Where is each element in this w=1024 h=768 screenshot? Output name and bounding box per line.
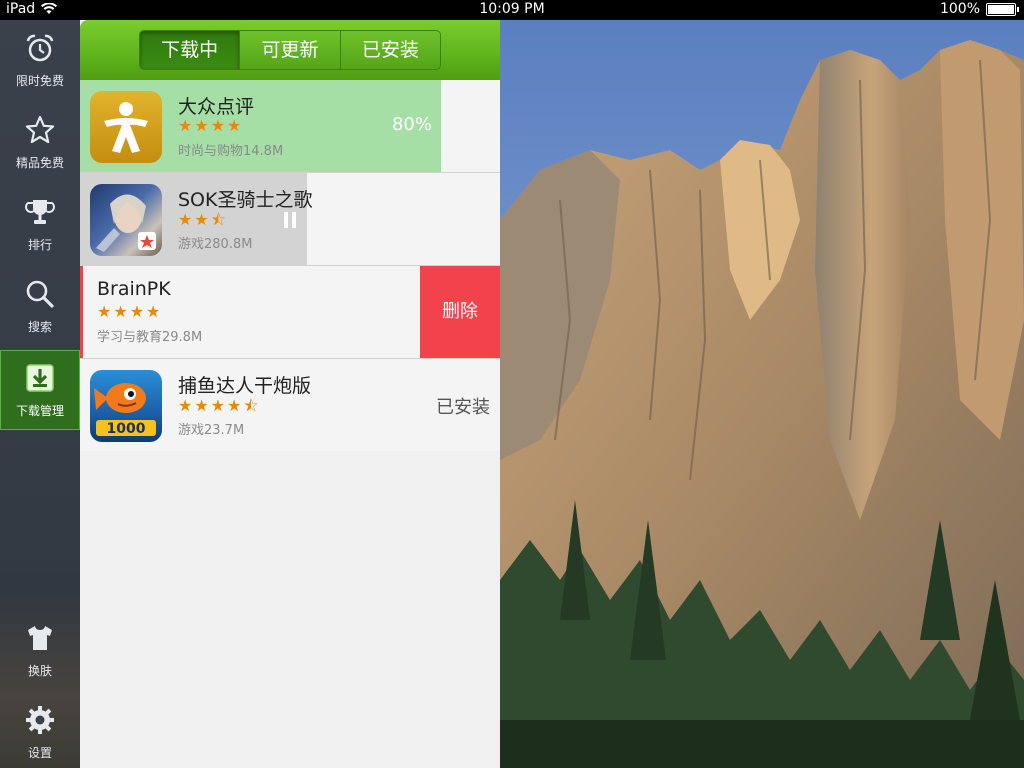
dianping-logo-icon bbox=[104, 102, 148, 153]
sidebar-item-label: 搜索 bbox=[27, 320, 52, 334]
clock: 10:09 PM bbox=[479, 1, 545, 17]
fishing-game-art-icon: 1000 bbox=[94, 383, 156, 437]
pause-icon[interactable] bbox=[284, 212, 296, 228]
sidebar-item-limited-free[interactable]: 限时免费 bbox=[0, 20, 80, 100]
tab-downloading[interactable]: 下载中 bbox=[140, 31, 240, 69]
sidebar-item-label: 限时免费 bbox=[15, 74, 64, 88]
battery-icon bbox=[986, 2, 1019, 16]
sidebar-item-label: 排行 bbox=[27, 238, 52, 252]
app-meta: 学习与教育29.8M bbox=[97, 330, 203, 345]
alarm-clock-icon bbox=[26, 34, 54, 62]
app-name: 捕鱼达人干炮版 bbox=[178, 375, 312, 397]
app-icon-sok bbox=[90, 184, 162, 256]
gear-icon bbox=[26, 706, 54, 734]
tshirt-icon bbox=[28, 626, 52, 650]
app-meta: 游戏280.8M bbox=[178, 237, 253, 252]
swipe-edge-indicator bbox=[80, 266, 83, 358]
status-right: 100% bbox=[939, 1, 1019, 17]
sidebar-item-label: 精品免费 bbox=[15, 156, 64, 170]
app-name: SOK圣骑士之歌 bbox=[178, 189, 313, 211]
svg-text:1000: 1000 bbox=[107, 421, 146, 437]
app-name: BrainPK bbox=[97, 278, 171, 300]
sidebar-item-download-manager[interactable]: 下载管理 bbox=[0, 350, 80, 430]
sidebar-item-label: 换肤 bbox=[27, 664, 52, 678]
rating-stars: ★★★★ bbox=[178, 116, 244, 135]
empty-list-area bbox=[80, 451, 500, 768]
app-meta: 游戏23.7M bbox=[178, 423, 245, 438]
rating-stars: ★★★★⯪ bbox=[178, 396, 261, 415]
status-bar: iPad 10:09 PM 100% bbox=[0, 0, 1024, 20]
app-icon-dianping bbox=[90, 91, 162, 163]
sok-game-art-icon bbox=[96, 194, 156, 252]
download-row-sok[interactable]: SOK圣骑士之歌 ★★⯪ 游戏280.8M bbox=[80, 173, 500, 266]
sidebar-item-label: 设置 bbox=[27, 746, 52, 760]
segmented-control: 下载中 可更新 已安装 bbox=[139, 30, 441, 70]
download-icon bbox=[26, 364, 54, 392]
rock-cliff-illustration bbox=[500, 20, 1024, 768]
delete-button[interactable]: 删除 bbox=[420, 266, 500, 358]
download-row-dianping[interactable]: 大众点评 ★★★★ 时尚与购物14.8M 80% bbox=[80, 80, 500, 173]
battery-percent: 100% bbox=[939, 1, 980, 17]
sidebar-item-settings[interactable]: 设置 bbox=[0, 692, 80, 768]
background-landscape-image bbox=[500, 20, 1024, 768]
top-bar: 下载中 可更新 已安装 bbox=[80, 20, 500, 80]
sidebar: 限时免费 精品免费 排行 搜索 下载管理 换肤 设置 bbox=[0, 20, 80, 768]
tab-installed[interactable]: 已安装 bbox=[339, 31, 440, 69]
download-row-fishing[interactable]: 1000 捕鱼达人干炮版 ★★★★⯪ 游戏23.7M 已安装 bbox=[80, 359, 500, 452]
download-percent: 80% bbox=[391, 114, 432, 135]
sidebar-item-search[interactable]: 搜索 bbox=[0, 266, 80, 346]
rating-stars: ★★★★ bbox=[97, 302, 163, 321]
trophy-icon bbox=[25, 200, 55, 224]
app-icon-fishing: 1000 bbox=[90, 370, 162, 442]
sidebar-item-skin[interactable]: 换肤 bbox=[0, 610, 80, 690]
download-manager-panel: 下载中 可更新 已安装 大众点评 ★★★★ 时尚与购物14.8M 80% SOK… bbox=[80, 20, 500, 768]
sidebar-item-featured-free[interactable]: 精品免费 bbox=[0, 102, 80, 182]
tab-updatable[interactable]: 可更新 bbox=[239, 31, 339, 69]
download-row-brainpk[interactable]: BrainPK ★★★★ 学习与教育29.8M 删除 bbox=[80, 266, 500, 359]
installed-status: 已安装 bbox=[436, 397, 490, 418]
sidebar-item-label: 下载管理 bbox=[15, 404, 64, 418]
search-icon bbox=[26, 280, 54, 308]
sidebar-item-ranking[interactable]: 排行 bbox=[0, 184, 80, 264]
app-meta: 时尚与购物14.8M bbox=[178, 144, 284, 159]
app-name: 大众点评 bbox=[178, 96, 255, 118]
star-icon bbox=[25, 115, 55, 144]
rating-stars: ★★⯪ bbox=[178, 210, 228, 229]
